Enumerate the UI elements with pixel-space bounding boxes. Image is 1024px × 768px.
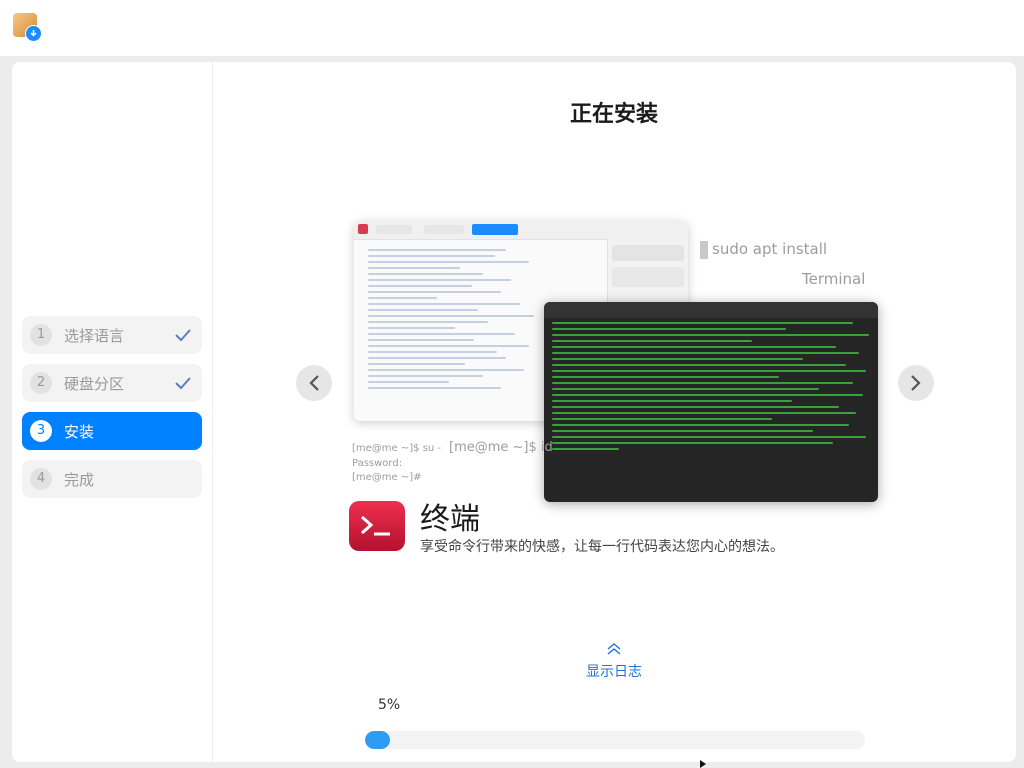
chevron-right-icon xyxy=(911,375,921,391)
feature-description: 享受命令行带来的快感，让每一行代码表达您内心的想法。 xyxy=(420,539,784,555)
show-log-label: 显示日志 xyxy=(586,664,642,680)
step-number: 1 xyxy=(30,324,52,346)
step-install[interactable]: 3 安装 xyxy=(22,412,202,450)
slide-terminal-window xyxy=(544,302,878,502)
slide-caption-command: sudo apt install xyxy=(700,240,827,259)
mouse-cursor-icon xyxy=(700,760,706,768)
slide-prompt-id: [me@me ~]$ id xyxy=(449,440,553,455)
checkmark-icon xyxy=(175,329,191,342)
step-disk-partition[interactable]: 2 硬盘分区 xyxy=(22,364,202,402)
installer-app-icon xyxy=(13,13,42,42)
chevron-left-icon xyxy=(309,375,319,391)
progress-percent: 5% xyxy=(378,697,401,713)
step-finish[interactable]: 4 完成 xyxy=(22,460,202,498)
slide-prev-button[interactable] xyxy=(296,365,332,401)
page-title: 正在安装 xyxy=(569,102,658,127)
step-label: 硬盘分区 xyxy=(64,375,125,393)
step-select-language[interactable]: 1 选择语言 xyxy=(22,316,202,354)
slide-caption-terminal: Terminal xyxy=(802,270,866,288)
title-bar xyxy=(0,0,1024,56)
terminal-app-icon xyxy=(349,501,405,551)
double-chevron-up-icon xyxy=(607,643,621,655)
slide-prompt-su: [me@me ~]$ su - xyxy=(352,443,442,454)
text-cursor-block xyxy=(700,240,708,259)
feature-title: 终端 xyxy=(420,502,480,537)
progress-bar xyxy=(365,731,865,749)
editor-tab-bar xyxy=(354,221,688,240)
step-number: 3 xyxy=(30,420,52,442)
progress-bar-fill xyxy=(365,731,390,749)
show-log-toggle[interactable]: 显示日志 xyxy=(212,640,1016,681)
slide-prompt-root: [me@me ~]# xyxy=(352,472,422,483)
step-label: 安装 xyxy=(64,423,95,441)
slide-prompt-password: Password: xyxy=(352,458,403,469)
checkmark-icon xyxy=(175,377,191,390)
step-number: 2 xyxy=(30,372,52,394)
step-number: 4 xyxy=(30,468,52,490)
step-label: 完成 xyxy=(64,471,95,489)
step-label: 选择语言 xyxy=(64,327,125,345)
steps-sidebar: 1 选择语言 2 硬盘分区 3 安装 4 完成 xyxy=(12,62,213,762)
slide-next-button[interactable] xyxy=(898,365,934,401)
download-badge-icon xyxy=(25,25,42,42)
installer-content: 1 选择语言 2 硬盘分区 3 安装 4 完成 正在安装 sudo apt in… xyxy=(12,62,1016,762)
terminal-tab-bar xyxy=(544,302,878,318)
